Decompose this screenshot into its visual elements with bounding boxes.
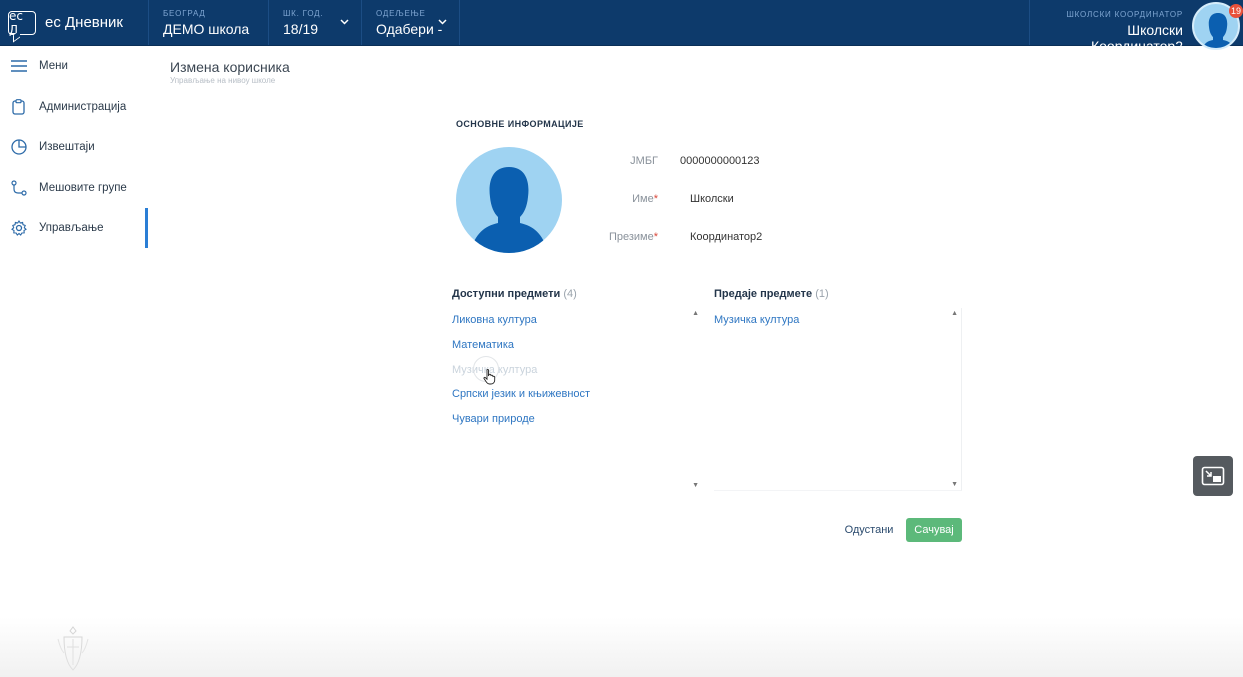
sidebar-item-label: Управљање: [39, 222, 104, 235]
app-logo-badge: ес Д: [8, 9, 36, 37]
class-label: ОДЕЉЕЊЕ: [376, 9, 426, 18]
route-icon: [10, 179, 27, 196]
scroll-up-icon[interactable]: ▲: [692, 310, 699, 317]
sidebar-item-label: Мени: [39, 60, 68, 73]
school-year-dropdown[interactable]: ШК. ГОД. 18/19: [268, 0, 361, 45]
cancel-button[interactable]: Одустани: [838, 518, 900, 542]
last-name-label: Презиме*: [608, 231, 658, 243]
school-selector[interactable]: БЕОГРАД ДЕМО школа: [148, 0, 268, 45]
save-button[interactable]: Сачувај: [906, 518, 962, 542]
gear-icon: [10, 220, 27, 237]
taught-subjects-list[interactable]: Музичка култура ▲ ▼: [714, 308, 962, 491]
sidebar-item-mixed-groups[interactable]: Мешовите групе: [0, 168, 148, 209]
last-name-field[interactable]: Координатор2: [690, 231, 762, 243]
sidebar-item-administration[interactable]: Администрација: [0, 87, 148, 128]
bottom-shadow: [0, 617, 1243, 677]
available-subjects-list[interactable]: Ликовна култура Математика Музичка култу…: [452, 308, 700, 491]
profile-avatar: [456, 147, 562, 253]
sidebar-item-menu[interactable]: Мени: [0, 46, 148, 87]
city-label: БЕОГРАД: [163, 9, 206, 18]
school-name: ДЕМО школа: [163, 21, 250, 37]
top-header: ес Д ес Дневник БЕОГРАД ДЕМО школа ШК. Г…: [0, 0, 1243, 54]
sidebar-item-label: Мешовите групе: [39, 181, 127, 194]
list-item[interactable]: Ликовна култура: [452, 308, 700, 333]
chevron-down-icon: [438, 17, 447, 28]
app-logo[interactable]: ес Д ес Дневник: [0, 0, 148, 45]
pie-chart-icon: [10, 139, 27, 156]
class-dropdown[interactable]: ОДЕЉЕЊЕ Одабери -: [361, 0, 459, 45]
scroll-down-icon[interactable]: ▼: [951, 481, 958, 488]
sidebar-item-label: Администрација: [39, 100, 127, 113]
scroll-down-icon[interactable]: ▼: [692, 482, 699, 489]
class-value: Одабери -: [376, 21, 443, 37]
sidebar: Мени Администрација Извештаји Мешовите г…: [0, 46, 148, 677]
available-subjects-title: Доступни предмети (4): [452, 288, 577, 300]
first-name-field[interactable]: Школски: [690, 193, 734, 205]
page-subtitle: Управљање на нивоу школе: [170, 76, 276, 85]
jmbg-label: ЈМБГ: [630, 155, 658, 167]
header-spacer: [459, 0, 1029, 45]
sidebar-item-label: Извештаји: [39, 141, 95, 154]
hamburger-icon: [10, 58, 27, 75]
sidebar-item-management[interactable]: Управљање: [0, 208, 148, 249]
school-year-label: ШК. ГОД.: [283, 9, 324, 18]
user-name: Школски Координатор2: [1090, 22, 1183, 54]
app-name: ес Дневник: [45, 14, 123, 31]
list-item[interactable]: Српски језик и књижевност: [452, 382, 700, 407]
list-item[interactable]: Математика: [452, 333, 700, 358]
page-title: Измена корисника: [170, 59, 290, 75]
taught-subjects-title: Предаје предмете (1): [714, 288, 829, 300]
picture-in-picture-button[interactable]: [1193, 456, 1233, 496]
school-year-value: 18/19: [283, 21, 319, 37]
section-title: ОСНОВНЕ ИНФОРМАЦИЈЕ: [456, 119, 584, 129]
chevron-down-icon: [340, 17, 349, 28]
sidebar-item-reports[interactable]: Извештаји: [0, 127, 148, 168]
notification-badge[interactable]: 19: [1229, 4, 1243, 18]
first-name-label: Име*: [632, 193, 658, 205]
hand-cursor-icon: [473, 356, 499, 385]
list-item[interactable]: Чувари природе: [452, 407, 700, 432]
list-item[interactable]: Музичка култура: [714, 308, 961, 333]
jmbg-value: 0000000000123: [680, 155, 760, 167]
user-role-label: ШКОЛСКИ КООРДИНАТОР: [1066, 10, 1183, 19]
clipboard-icon: [10, 98, 27, 115]
exit-pip-icon: [1201, 466, 1225, 486]
scroll-up-icon[interactable]: ▲: [951, 310, 958, 317]
